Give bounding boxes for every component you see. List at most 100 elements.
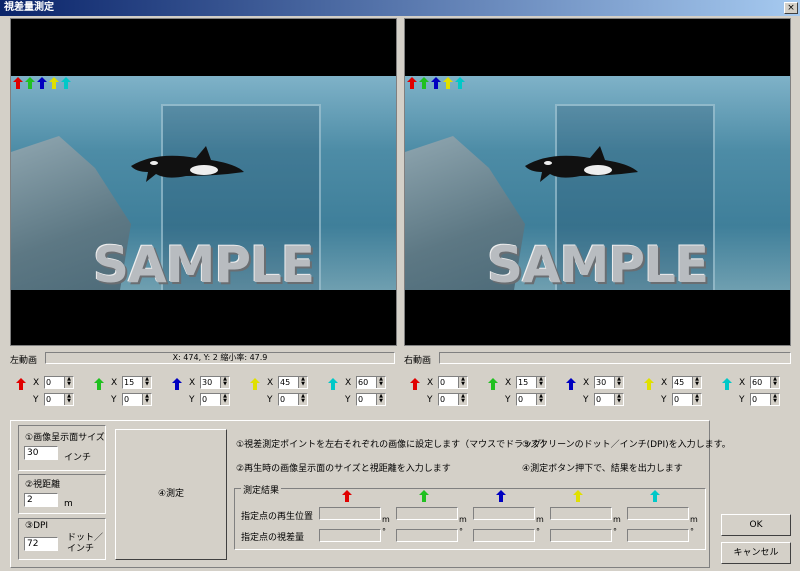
result-parallax-field	[473, 529, 535, 542]
results-title: 測定結果	[241, 483, 282, 496]
y-spinner[interactable]: 0 ▲ ▼	[200, 393, 230, 406]
y-value: 0	[202, 395, 208, 404]
orca-image	[525, 146, 638, 182]
point-5-coords: X 60 ▲ ▼ Y 0 ▲ ▼	[328, 376, 404, 410]
sample-watermark: SAMPLE	[486, 236, 709, 290]
result-unit-deg: °	[459, 527, 463, 536]
dpi-group: ③DPI 72 ドット／インチ	[18, 518, 106, 560]
marker-4-icon[interactable]	[443, 77, 453, 89]
x-spinner[interactable]: 15 ▲ ▼	[516, 376, 546, 389]
y-value: 0	[674, 395, 680, 404]
marker-2-icon[interactable]	[25, 77, 35, 89]
point-marker-icon	[172, 378, 182, 390]
point-marker-icon	[16, 378, 26, 390]
y-axis-label: Y	[111, 395, 117, 405]
dpi-unit: ドット／インチ	[67, 533, 104, 554]
y-value: 0	[518, 395, 524, 404]
screen-size-input[interactable]: 30	[24, 446, 58, 460]
screen-size-label: ①画像呈示面サイズ	[25, 433, 105, 443]
left-video-label: 左動画	[10, 356, 38, 366]
y-axis-label: Y	[427, 395, 433, 405]
y-spinner[interactable]: 0 ▲ ▼	[44, 393, 74, 406]
y-spinner[interactable]: 0 ▲ ▼	[356, 393, 386, 406]
point-marker-icon	[410, 378, 420, 390]
point-marker-icon	[722, 378, 732, 390]
point-5-coords: X 60 ▲ ▼ Y 0 ▲ ▼	[722, 376, 798, 410]
point-markers[interactable]	[407, 77, 465, 89]
result-marker-icon	[419, 490, 429, 502]
x-axis-label: X	[583, 378, 590, 388]
distance-unit: m	[64, 499, 73, 509]
instruction-2: ②再生時の画像呈示面のサイズと視距離を入力します	[236, 464, 451, 474]
y-axis-label: Y	[505, 395, 511, 405]
close-button[interactable]: ×	[784, 2, 798, 14]
dpi-input[interactable]: 72	[24, 537, 58, 551]
x-spinner[interactable]: 60 ▲ ▼	[356, 376, 386, 389]
y-axis-label: Y	[189, 395, 195, 405]
x-spinner[interactable]: 30 ▲ ▼	[594, 376, 624, 389]
marker-4-icon[interactable]	[49, 77, 59, 89]
marker-3-icon[interactable]	[37, 77, 47, 89]
x-value: 60	[358, 378, 369, 387]
result-position-field	[396, 507, 458, 520]
point-marker-icon	[328, 378, 338, 390]
x-spinner[interactable]: 30 ▲ ▼	[200, 376, 230, 389]
x-spinner[interactable]: 15 ▲ ▼	[122, 376, 152, 389]
x-spinner[interactable]: 45 ▲ ▼	[278, 376, 308, 389]
x-axis-label: X	[739, 378, 746, 388]
result-unit-m: m	[382, 515, 390, 524]
marker-5-icon[interactable]	[455, 77, 465, 89]
point-2-coords: X 15 ▲ ▼ Y 0 ▲ ▼	[94, 376, 170, 410]
result-position-field	[319, 507, 381, 520]
x-value: 0	[440, 378, 446, 387]
left-video-panel[interactable]: SAMPLE	[10, 18, 397, 346]
point-2-coords: X 15 ▲ ▼ Y 0 ▲ ▼	[488, 376, 564, 410]
point-3-coords: X 30 ▲ ▼ Y 0 ▲ ▼	[172, 376, 248, 410]
x-value: 15	[518, 378, 529, 387]
result-unit-m: m	[613, 515, 621, 524]
marker-5-icon[interactable]	[61, 77, 71, 89]
result-parallax-field	[550, 529, 612, 542]
result-parallax-field	[319, 529, 381, 542]
distance-group: ②視距離 2 m	[18, 474, 106, 514]
y-spinner[interactable]: 0 ▲ ▼	[122, 393, 152, 406]
point-4-coords: X 45 ▲ ▼ Y 0 ▲ ▼	[644, 376, 720, 410]
result-unit-m: m	[536, 515, 544, 524]
point-markers[interactable]	[13, 77, 71, 89]
distance-input[interactable]: 2	[24, 493, 58, 507]
result-position-field	[473, 507, 535, 520]
result-marker-icon	[650, 490, 660, 502]
y-value: 0	[280, 395, 286, 404]
x-axis-label: X	[189, 378, 196, 388]
result-parallax-label: 指定点の視差量	[241, 533, 305, 543]
marker-2-icon[interactable]	[419, 77, 429, 89]
y-value: 0	[46, 395, 52, 404]
x-spinner[interactable]: 45 ▲ ▼	[672, 376, 702, 389]
point-marker-icon	[94, 378, 104, 390]
right-video-panel[interactable]: SAMPLE	[404, 18, 791, 346]
marker-1-icon[interactable]	[407, 77, 417, 89]
distance-label: ②視距離	[25, 480, 61, 490]
y-spinner[interactable]: 0 ▲ ▼	[594, 393, 624, 406]
left-status-bar: X: 474, Y: 2 縮小率: 47.9	[45, 352, 395, 364]
marker-3-icon[interactable]	[431, 77, 441, 89]
cancel-button[interactable]: キャンセル	[721, 542, 791, 564]
x-spinner[interactable]: 60 ▲ ▼	[750, 376, 780, 389]
y-spinner[interactable]: 0 ▲ ▼	[278, 393, 308, 406]
y-spinner[interactable]: 0 ▲ ▼	[750, 393, 780, 406]
y-spinner[interactable]: 0 ▲ ▼	[516, 393, 546, 406]
y-spinner[interactable]: 0 ▲ ▼	[438, 393, 468, 406]
marker-1-icon[interactable]	[13, 77, 23, 89]
x-axis-label: X	[345, 378, 352, 388]
screen-size-unit: インチ	[64, 453, 92, 463]
x-axis-label: X	[111, 378, 118, 388]
point-marker-icon	[566, 378, 576, 390]
ok-button[interactable]: OK	[721, 514, 791, 536]
point-marker-icon	[250, 378, 260, 390]
x-value: 0	[46, 378, 52, 387]
x-spinner[interactable]: 0 ▲ ▼	[44, 376, 74, 389]
measure-button[interactable]: ④測定	[115, 429, 227, 560]
y-spinner[interactable]: 0 ▲ ▼	[672, 393, 702, 406]
x-spinner[interactable]: 0 ▲ ▼	[438, 376, 468, 389]
y-axis-label: Y	[345, 395, 351, 405]
